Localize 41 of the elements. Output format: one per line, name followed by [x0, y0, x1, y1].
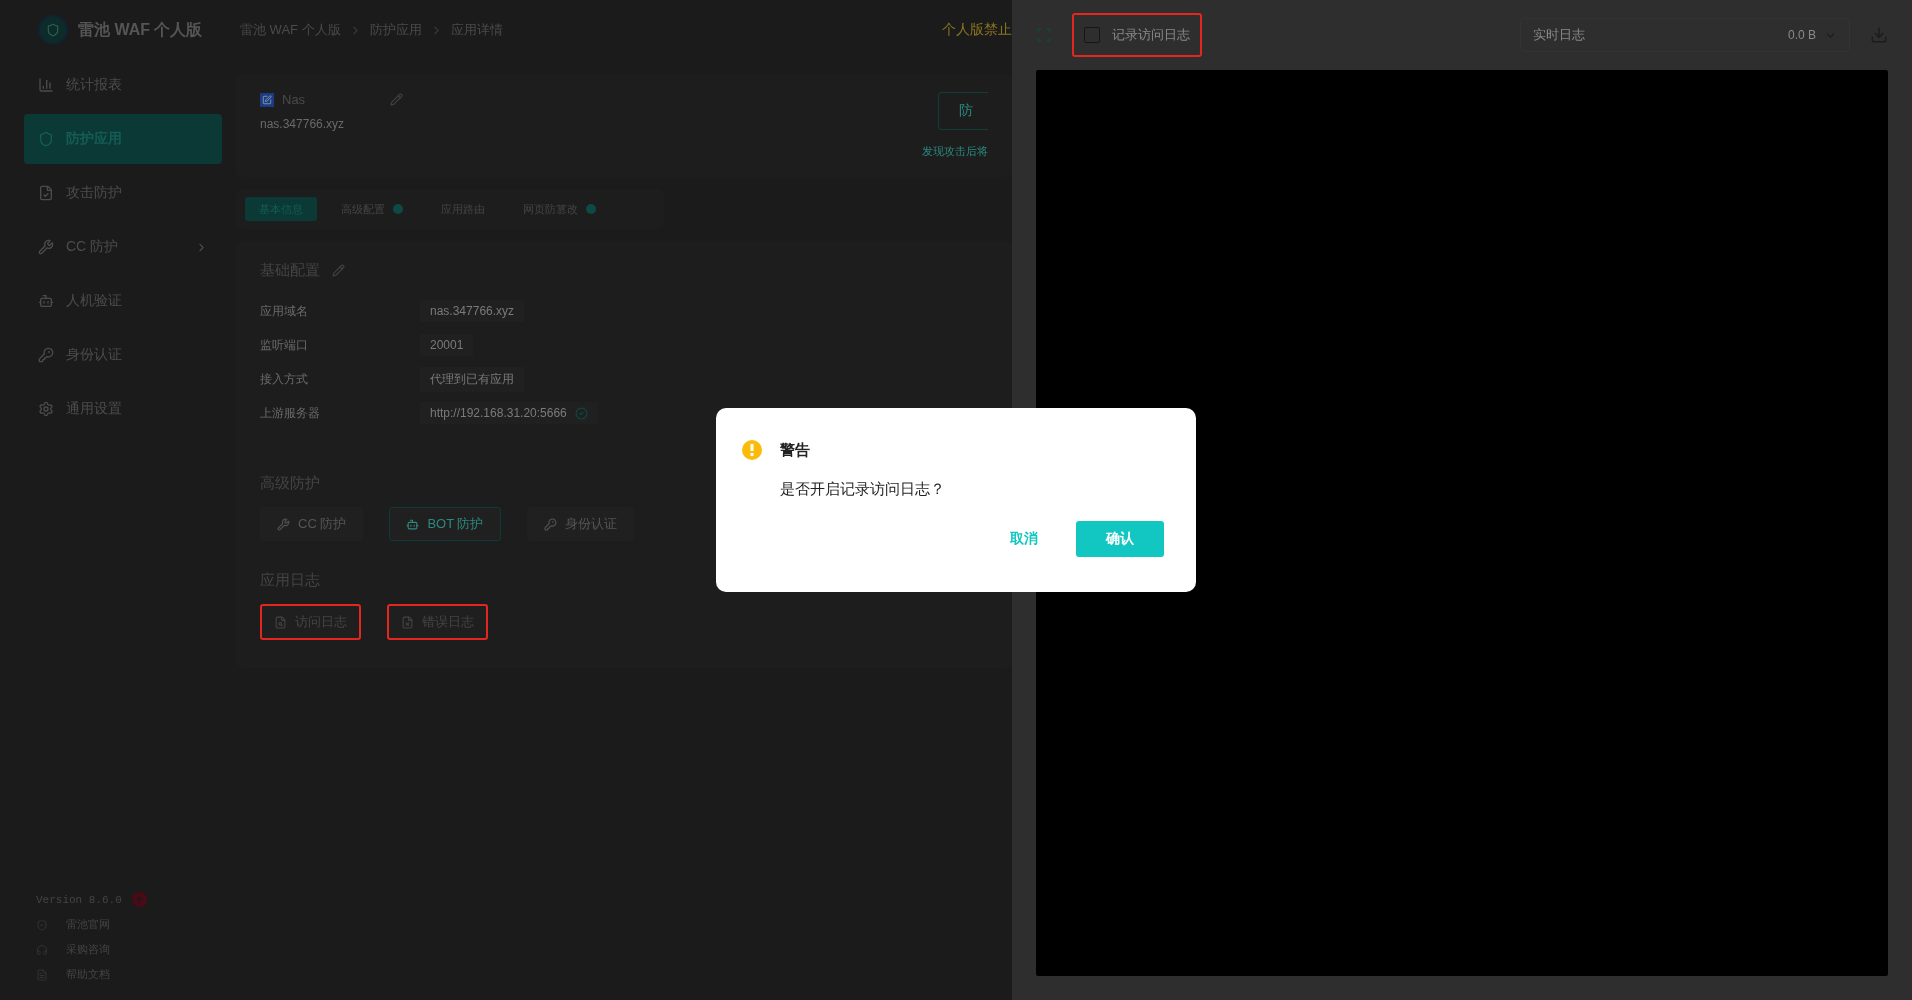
edit-icon[interactable] [332, 264, 345, 277]
edit-icon[interactable] [390, 93, 403, 106]
nav-icon [38, 185, 54, 201]
protection-button[interactable]: BOT 防护 [389, 507, 501, 541]
logo-icon [38, 15, 68, 45]
warning-icon [742, 440, 762, 460]
nav-icon [38, 77, 54, 93]
nav-icon [38, 239, 54, 255]
nav-icon [38, 347, 54, 363]
checkbox-label: 记录访问日志 [1112, 26, 1190, 44]
cancel-button[interactable]: 取消 [1010, 521, 1038, 557]
field-label: 接入方式 [260, 370, 309, 388]
log-select[interactable]: 实时日志 0.0 B [1520, 18, 1850, 52]
select-value: 实时日志 [1533, 26, 1586, 44]
document-icon [401, 615, 414, 629]
dialog-title: 警告 [780, 440, 810, 460]
app-domain: nas.347766.xyz [260, 117, 346, 131]
hint-text: 发现攻击后将 [922, 144, 988, 159]
log-size: 0.0 B [1787, 28, 1816, 42]
field-label: 监听端口 [260, 336, 309, 354]
protection-icon [543, 517, 557, 531]
nav-icon [38, 401, 54, 417]
protection-icon [406, 517, 420, 531]
nav-icon [38, 293, 54, 309]
fullscreen-icon[interactable] [1036, 27, 1052, 43]
document-icon [274, 615, 287, 629]
field-label: 应用域名 [260, 302, 309, 320]
notice-text: 个人版禁止 [942, 21, 1012, 39]
link-icon [36, 943, 48, 956]
app-icon [260, 92, 274, 107]
checkbox[interactable] [1084, 27, 1100, 43]
record-log-checkbox[interactable]: 记录访问日志 [1072, 13, 1202, 57]
protect-button[interactable]: 防 [938, 92, 988, 130]
link-icon [36, 968, 48, 981]
brand-name: 雷池 WAF 个人版 [78, 19, 203, 40]
nav-icon [38, 131, 54, 147]
protection-icon [277, 517, 290, 531]
check-icon [574, 406, 588, 420]
update-icon[interactable] [131, 892, 147, 907]
confirm-button[interactable]: 确认 [1076, 521, 1164, 557]
dialog-message: 是否开启记录访问日志？ [780, 480, 946, 499]
